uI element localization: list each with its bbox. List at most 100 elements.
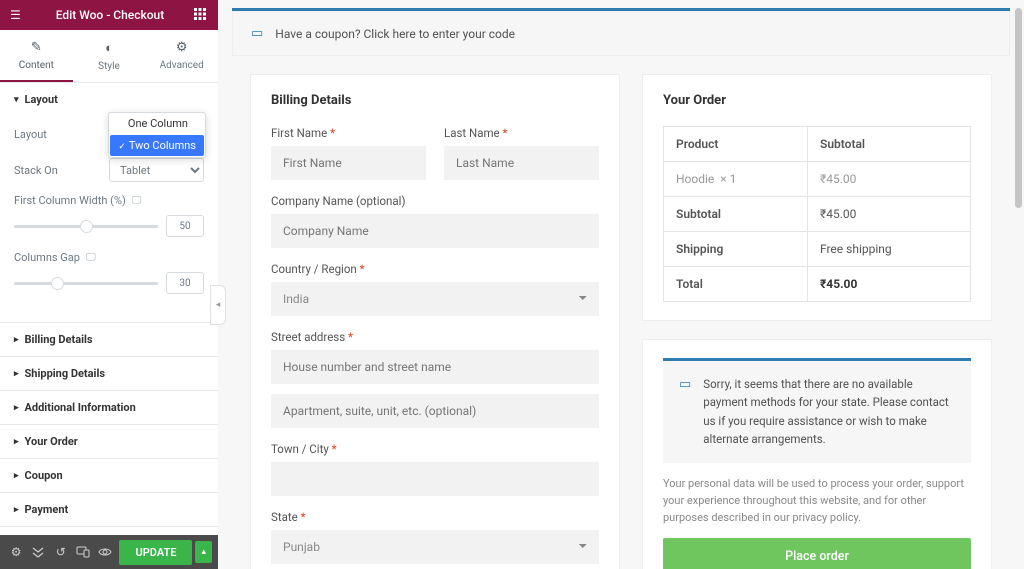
section-header[interactable]: ▸Additional Information: [0, 391, 218, 424]
state-select[interactable]: Punjab: [271, 530, 599, 564]
panel-tabs: ✎ Content ◐ Style ⚙ Advanced: [0, 30, 218, 83]
panel-body: ▾ Layout Layout ✓One Column ✓Two Columns…: [0, 83, 218, 535]
section-header[interactable]: ▸Billing Details: [0, 323, 218, 356]
street-label: Street address *: [271, 330, 599, 344]
caret-right-icon: ▸: [14, 505, 19, 515]
tab-advanced[interactable]: ⚙ Advanced: [145, 30, 218, 82]
history-button[interactable]: ↺: [51, 539, 71, 565]
scrollbar[interactable]: [1015, 8, 1022, 208]
notice-text: Sorry, it seems that there are no availa…: [703, 375, 955, 449]
apps-icon[interactable]: [194, 8, 208, 23]
company-input[interactable]: [271, 214, 599, 248]
caret-right-icon: ▸: [14, 471, 19, 481]
coupon-notice[interactable]: ▭ Have a coupon? Click here to enter you…: [232, 11, 1010, 56]
first-name-input[interactable]: [271, 146, 426, 180]
section-header[interactable]: ▸Payment: [0, 493, 218, 526]
gear-icon: ⚙: [145, 40, 218, 55]
menu-icon[interactable]: ☰: [10, 8, 26, 22]
update-button[interactable]: UPDATE: [119, 540, 192, 565]
last-name-input[interactable]: [444, 146, 599, 180]
col-gap-slider[interactable]: [14, 282, 158, 285]
control-label: Layout: [14, 128, 109, 141]
control-label: First Column Width (%): [14, 194, 126, 207]
order-table: ProductSubtotal Hoodie × 1₹45.00 Subtota…: [663, 126, 971, 302]
settings-button[interactable]: ⚙: [6, 539, 26, 565]
preview-button[interactable]: [95, 539, 115, 565]
th-subtotal: Subtotal: [808, 127, 971, 162]
control-label: Stack On: [14, 164, 109, 177]
order-title: Your Order: [663, 93, 971, 108]
shipping-label: Shipping: [664, 232, 808, 267]
caret-down-icon: ▾: [14, 95, 19, 105]
tab-label: Style: [98, 61, 120, 72]
town-label: Town / City *: [271, 442, 599, 456]
col-width-input[interactable]: [166, 215, 204, 237]
country-select[interactable]: India: [271, 282, 599, 316]
tab-style[interactable]: ◐ Style: [73, 30, 146, 82]
section-layout: ▾ Layout Layout ✓One Column ✓Two Columns…: [0, 83, 218, 323]
editor-panel: ☰ Edit Woo - Checkout ✎ Content ◐ Style …: [0, 0, 218, 569]
section-header[interactable]: ▸Help Docs: [0, 527, 218, 535]
control-layout: Layout ✓One Column ✓Two Columns: [14, 122, 204, 146]
street-input-2[interactable]: [271, 394, 599, 428]
check-icon: ✓: [118, 142, 126, 152]
payment-notice: ▭ Sorry, it seems that there are no avai…: [663, 358, 971, 463]
company-label: Company Name (optional): [271, 194, 599, 208]
your-order-box: Your Order ProductSubtotal Hoodie × 1₹45…: [642, 74, 992, 321]
section-additional-info: ▸Additional Information: [0, 391, 218, 425]
section-title: Layout: [25, 93, 58, 106]
section-shipping-details: ▸Shipping Details: [0, 357, 218, 391]
dropdown-option-one-column[interactable]: ✓One Column: [109, 113, 205, 134]
tab-content[interactable]: ✎ Content: [0, 30, 73, 82]
first-name-label: First Name *: [271, 126, 426, 140]
panel-collapse-handle[interactable]: ◂: [210, 285, 226, 325]
layout-dropdown-popup: ✓One Column ✓Two Columns: [108, 112, 206, 158]
town-input[interactable]: [271, 462, 599, 496]
style-icon: ◐: [73, 40, 146, 56]
country-label: Country / Region *: [271, 262, 599, 276]
coupon-text: Have a coupon? Click here to enter your …: [275, 27, 515, 41]
control-label: Columns Gap: [14, 251, 80, 264]
section-billing-details: ▸Billing Details: [0, 323, 218, 357]
total-label: Total: [664, 267, 808, 302]
order-item: Hoodie × 1: [664, 162, 808, 197]
section-header[interactable]: ▸Shipping Details: [0, 357, 218, 390]
section-coupon: ▸Coupon: [0, 459, 218, 493]
billing-title: Billing Details: [271, 93, 599, 108]
desktop-icon[interactable]: 🖵: [132, 195, 142, 206]
col-gap-input[interactable]: [166, 272, 204, 294]
col-width-slider[interactable]: [14, 225, 158, 228]
desktop-icon[interactable]: 🖵: [86, 252, 96, 263]
subtotal-value: ₹45.00: [808, 197, 971, 232]
place-order-button[interactable]: Place order: [663, 538, 971, 569]
tab-label: Advanced: [160, 60, 204, 71]
navigator-button[interactable]: [28, 539, 48, 565]
caret-right-icon: ▸: [14, 403, 19, 413]
panel-title: Edit Woo - Checkout: [26, 8, 194, 22]
caret-right-icon: ▸: [14, 369, 19, 379]
panel-header: ☰ Edit Woo - Checkout: [0, 0, 218, 30]
section-header[interactable]: ▸Coupon: [0, 459, 218, 492]
section-header[interactable]: ▸Your Order: [0, 425, 218, 458]
billing-details-box: Billing Details First Name * Last Name *…: [250, 74, 620, 569]
caret-right-icon: ▸: [14, 335, 19, 345]
control-columns-gap: Columns Gap 🖵: [14, 251, 204, 294]
coupon-icon: ▭: [251, 26, 263, 41]
dropdown-option-two-columns[interactable]: ✓Two Columns: [110, 135, 204, 156]
section-payment: ▸Payment: [0, 493, 218, 527]
panel-footer: ⚙ ↺ UPDATE ▴: [0, 535, 218, 569]
notice-icon: ▭: [679, 375, 691, 449]
shipping-value: Free shipping: [808, 232, 971, 267]
control-first-col-width: First Column Width (%) 🖵: [14, 194, 204, 237]
caret-right-icon: ▸: [14, 437, 19, 447]
subtotal-label: Subtotal: [664, 197, 808, 232]
street-input-1[interactable]: [271, 350, 599, 384]
responsive-button[interactable]: [73, 539, 93, 565]
pencil-icon: ✎: [0, 40, 73, 55]
state-label: State *: [271, 510, 599, 524]
privacy-text: Your personal data will be used to proce…: [663, 475, 971, 526]
payment-box: ▭ Sorry, it seems that there are no avai…: [642, 339, 992, 569]
update-caret-button[interactable]: ▴: [195, 541, 212, 563]
stack-select[interactable]: Tablet: [109, 158, 204, 182]
preview-area: ▭ Have a coupon? Click here to enter you…: [218, 0, 1024, 569]
